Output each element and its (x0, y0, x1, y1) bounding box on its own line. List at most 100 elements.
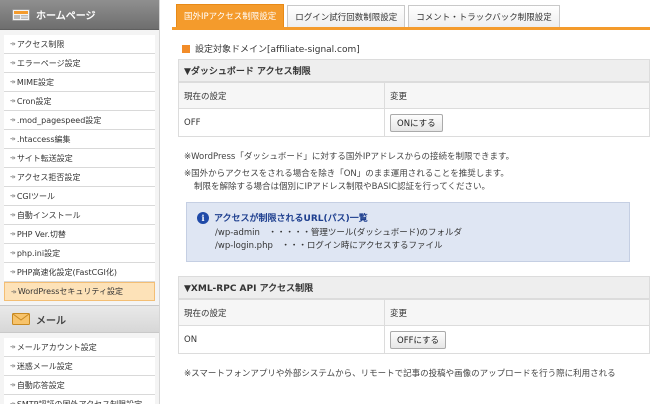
sidebar-item[interactable]: -» アクセス制限 (4, 35, 155, 54)
sidebar-item-label: PHP Ver.切替 (16, 229, 66, 239)
table-row: OFF ONにする (178, 108, 650, 137)
note-restriction: ※WordPress「ダッシュボード」に対する国外IPアドレスからの接続を制限で… (184, 152, 515, 162)
arrow-icon: -» (10, 116, 16, 124)
xmlrpc-access-panel: ▼XML-RPC API アクセス制限 現在の設定 変更 ON OFFにする (178, 276, 650, 354)
change-header: 変更 (384, 82, 650, 109)
sidebar-item-label: .mod_pagespeed設定 (16, 115, 102, 125)
sidebar-item[interactable]: -» 迷惑メール設定 (4, 357, 155, 376)
change-header: 変更 (384, 299, 650, 326)
arrow-icon: -» (10, 192, 16, 200)
xmlrpc-off-button[interactable]: OFFにする (390, 330, 447, 349)
mail-menu: -» メールアカウント設定 -» 迷惑メール設定 -» 自動応答設定 -» SMTP認証の国外… (0, 333, 159, 404)
sidebar-item[interactable]: -» .htaccess編集 (4, 130, 155, 149)
arrow-icon: -» (11, 287, 17, 296)
dashboard-current-value: OFF (178, 108, 385, 137)
sidebar-item[interactable]: -» メールアカウント設定 (4, 338, 155, 357)
tab[interactable]: ログイン試行回数制限設定 (287, 5, 406, 27)
arrow-icon: -» (10, 154, 16, 162)
mail-section-title: メール (36, 315, 66, 327)
sidebar-item[interactable]: -» PHP高速化設定(FastCGI化) (4, 263, 155, 282)
tab[interactable]: 国外IPアクセス制限設定 (176, 4, 285, 27)
sidebar-item-label: 自動応答設定 (16, 380, 65, 390)
sidebar-item-label: エラーページ設定 (16, 58, 81, 68)
sidebar-item[interactable]: -» MIME設定 (4, 73, 155, 92)
tab[interactable]: コメント・トラックバック制限設定 (408, 5, 560, 27)
current-setting-header: 現在の設定 (178, 299, 385, 326)
sidebar: ホームページ -» アクセス制限 -» エラーページ設定 -» MIME設定 -» Cron設… (0, 0, 160, 404)
arrow-icon: -» (10, 78, 16, 86)
note-recommend: ※国外からアクセスをされる場合を除き「ON」のまま運用されることを推奨します。 (184, 169, 509, 179)
sidebar-item-label: php.ini設定 (16, 248, 61, 258)
sidebar-item-label: アクセス拒否設定 (16, 172, 81, 182)
dashboard-notes: ※WordPress「ダッシュボード」に対する国外IPアドレスからの接続を制限で… (172, 151, 650, 194)
info-line-wp-admin: /wp-admin ・・・・・管理ツール(ダッシュボード)のフォルダ (215, 228, 463, 238)
sidebar-item-label: Cron設定 (16, 96, 52, 106)
sidebar-item-label: MIME設定 (16, 77, 55, 87)
info-title-text: アクセスが制限されるURL(パス)一覧 (214, 214, 368, 224)
tab-bar: 国外IPアクセス制限設定 ログイン試行回数制限設定 コメント・トラックバック制限設定 (172, 0, 650, 30)
xmlrpc-note: ※スマートフォンアプリや外部システムから、リモートで記事の投稿や画像のアップロー… (184, 369, 616, 379)
sidebar-item[interactable]: -» CGIツール (4, 187, 155, 206)
sidebar-item-label: WordPressセキュリティ設定 (17, 287, 123, 296)
sidebar-item-label: SMTP認証の国外アクセス制限設定 (16, 399, 143, 404)
info-title: i アクセスが制限されるURL(パス)一覧 (197, 211, 619, 224)
current-setting-header: 現在の設定 (178, 82, 385, 109)
sidebar-item[interactable]: -» WordPressセキュリティ設定 (4, 282, 155, 301)
sidebar-item-label: .htaccess編集 (16, 134, 71, 144)
sidebar-item[interactable]: -» サイト転送設定 (4, 149, 155, 168)
target-domain-text: 設定対象ドメイン[affiliate-signal.com] (195, 45, 360, 55)
sidebar-item[interactable]: -» php.ini設定 (4, 244, 155, 263)
homepage-menu: -» アクセス制限 -» エラーページ設定 -» MIME設定 -» Cron設定 -» .mod… (0, 30, 159, 305)
sidebar-item[interactable]: -» .mod_pagespeed設定 (4, 111, 155, 130)
table-header-row: 現在の設定 変更 (178, 82, 650, 109)
xmlrpc-settings-table: 現在の設定 変更 ON OFFにする (178, 299, 650, 354)
sidebar-item-label: サイト転送設定 (16, 153, 73, 163)
homepage-section-title: ホームページ (36, 11, 96, 22)
xmlrpc-change-cell: OFFにする (384, 325, 650, 354)
main-content: 国外IPアクセス制限設定 ログイン試行回数制限設定 コメント・トラックバック制限設定… (172, 0, 650, 404)
homepage-section-header[interactable]: ホームページ (0, 0, 159, 30)
target-domain: 設定対象ドメイン[affiliate-signal.com] (182, 42, 650, 55)
arrow-icon: -» (10, 173, 16, 181)
arrow-icon: -» (10, 381, 16, 389)
dashboard-settings-table: 現在の設定 変更 OFF ONにする (178, 82, 650, 137)
dashboard-on-button[interactable]: ONにする (390, 113, 443, 132)
arrow-icon: -» (10, 211, 16, 219)
info-icon: i (197, 211, 209, 224)
sidebar-item[interactable]: -» PHP Ver.切替 (4, 225, 155, 244)
dashboard-access-panel: ▼ダッシュボード アクセス制限 現在の設定 変更 OFF ONにする (178, 59, 650, 137)
dashboard-section-title: ▼ダッシュボード アクセス制限 (178, 59, 650, 82)
sidebar-item-label: CGIツール (16, 191, 55, 201)
arrow-icon: -» (10, 97, 16, 105)
sidebar-item[interactable]: -» SMTP認証の国外アクセス制限設定 (4, 395, 155, 404)
restricted-url-info: i アクセスが制限されるURL(パス)一覧 /wp-admin ・・・・・管理ツ… (186, 202, 630, 262)
mail-section-header[interactable]: メール (0, 305, 159, 333)
dashboard-change-cell: ONにする (384, 108, 650, 137)
sidebar-item[interactable]: -» エラーページ設定 (4, 54, 155, 73)
sidebar-item-label: PHP高速化設定(FastCGI化) (16, 267, 117, 277)
table-header-row: 現在の設定 変更 (178, 299, 650, 326)
sidebar-item-label: メールアカウント設定 (16, 342, 97, 352)
square-bullet-icon (182, 44, 190, 53)
xmlrpc-current-value: ON (178, 325, 385, 354)
info-line-wp-login: /wp-login.php ・・・ログイン時にアクセスするファイル (215, 241, 443, 251)
arrow-icon: -» (10, 59, 16, 67)
homepage-icon (12, 8, 30, 21)
sidebar-item[interactable]: -» 自動インストール (4, 206, 155, 225)
arrow-icon: -» (10, 230, 16, 238)
sidebar-item-label: 迷惑メール設定 (16, 361, 73, 371)
arrow-icon: -» (10, 249, 16, 257)
arrow-icon: -» (10, 343, 16, 351)
sidebar-item-label: 自動インストール (16, 210, 81, 220)
sidebar-item[interactable]: -» 自動応答設定 (4, 376, 155, 395)
arrow-icon: -» (10, 362, 16, 370)
mail-icon (12, 313, 30, 325)
sidebar-item-label: アクセス制限 (16, 39, 65, 49)
xmlrpc-section-title: ▼XML-RPC API アクセス制限 (178, 276, 650, 299)
sidebar-item[interactable]: -» アクセス拒否設定 (4, 168, 155, 187)
arrow-icon: -» (10, 268, 16, 276)
sidebar-item[interactable]: -» Cron設定 (4, 92, 155, 111)
arrow-icon: -» (10, 40, 16, 48)
arrow-icon: -» (10, 135, 16, 143)
note-release: 制限を解除する場合は個別にIPアドレス制限やBASIC認証を行ってください。 (194, 182, 490, 192)
